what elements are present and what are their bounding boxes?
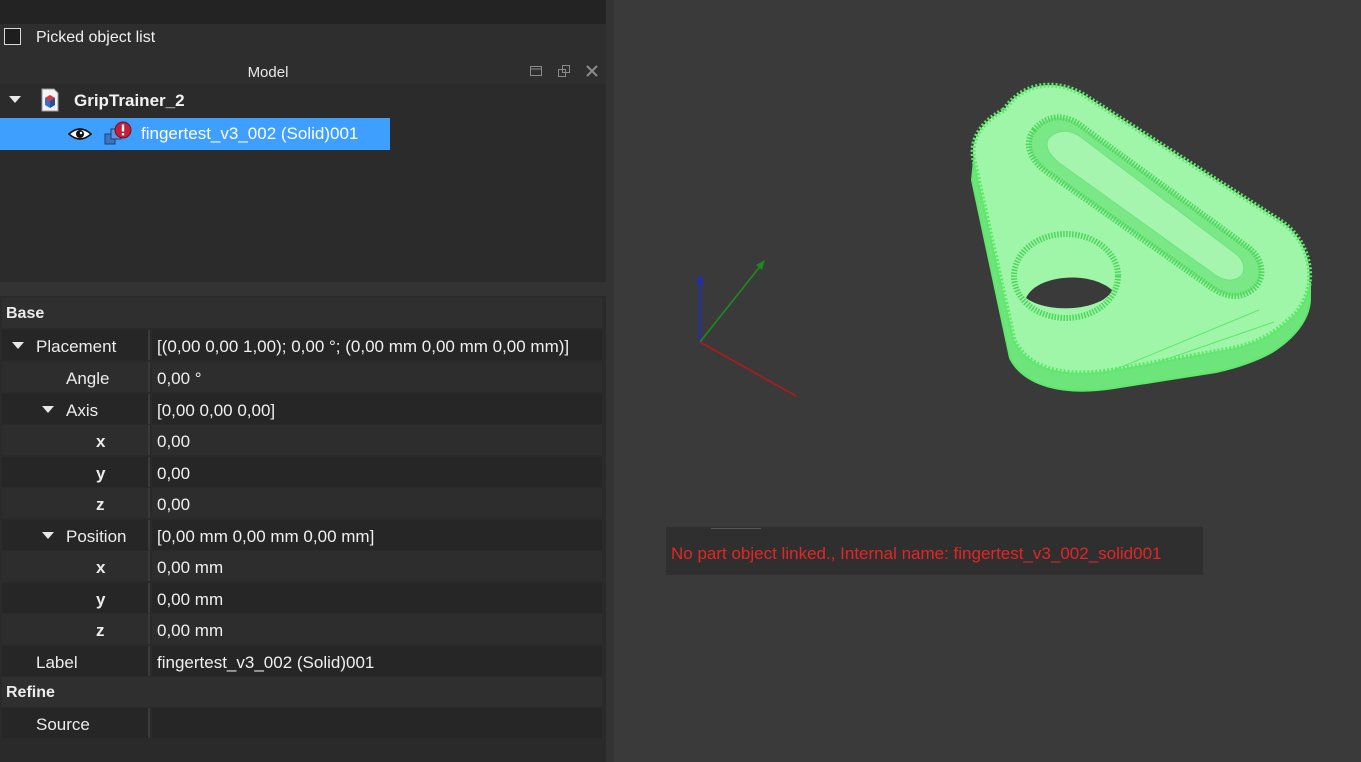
property-name: Angle <box>66 369 110 388</box>
property-name-cell: Source <box>2 708 150 738</box>
property-name-cell: Placement <box>2 330 150 360</box>
property-value-cell[interactable]: 0,00 <box>152 425 602 455</box>
property-group-label: Refine <box>6 684 55 701</box>
property-value: 0,00 mm <box>157 590 224 609</box>
property-name: y <box>96 590 106 609</box>
property-group-label: Base <box>6 305 45 322</box>
property-name: Axis <box>66 401 99 420</box>
property-value-cell[interactable]: 0,00 mm <box>152 583 602 613</box>
picked-object-list-row: Picked object list <box>0 24 606 60</box>
property-row-label[interactable]: Label fingertest_v3_002 (Solid)001 <box>2 646 602 676</box>
property-name-cell: y <box>2 583 150 613</box>
property-value: 0,00 mm <box>157 558 224 577</box>
property-name: Position <box>66 527 127 546</box>
property-value: 0,00 <box>157 495 191 514</box>
property-row-axis-x[interactable]: x 0,00 <box>2 425 602 455</box>
property-name-cell: x <box>2 551 150 581</box>
status-message-box: No part object linked., Internal name: f… <box>666 527 1203 575</box>
property-value-cell[interactable]: [0,00 0,00 0,00] <box>152 394 602 424</box>
property-name-cell: z <box>2 614 150 644</box>
property-value: 0,00 ° <box>157 369 202 388</box>
solid-model[interactable] <box>954 70 1334 400</box>
model-tree: GripTrainer_2 fingertest_v3_002 (Solid)0… <box>0 84 606 282</box>
property-value-cell[interactable]: fingertest_v3_002 (Solid)001 <box>152 646 602 676</box>
document-icon <box>41 88 59 112</box>
property-value: fingertest_v3_002 (Solid)001 <box>157 653 375 672</box>
property-row-axis-y[interactable]: y 0,00 <box>2 457 602 487</box>
property-row-angle[interactable]: Angle 0,00 ° <box>2 362 602 392</box>
3d-viewport[interactable]: No part object linked., Internal name: f… <box>606 0 1361 762</box>
minimize-panel-icon[interactable] <box>528 64 544 80</box>
property-name: Placement <box>36 337 117 356</box>
property-value: [0,00 0,00 0,00] <box>157 401 276 420</box>
feature-error-icon <box>104 121 132 145</box>
error-message: No part object linked., Internal name: f… <box>671 544 1162 563</box>
property-value-cell[interactable]: 0,00 mm <box>152 614 602 644</box>
message-tab <box>711 525 761 529</box>
property-name-cell: x <box>2 425 150 455</box>
expand-caret-icon[interactable] <box>42 532 54 539</box>
property-value: [0,00 mm 0,00 mm 0,00 mm] <box>157 527 375 546</box>
property-row-position-z[interactable]: z 0,00 mm <box>2 614 602 644</box>
top-strip <box>0 0 606 24</box>
property-value: 0,00 <box>157 432 191 451</box>
property-value-cell[interactable]: [(0,00 0,00 1,00); 0,00 °; (0,00 mm 0,00… <box>152 330 602 360</box>
property-name-cell: y <box>2 457 150 487</box>
property-row-source[interactable]: Source <box>2 708 602 738</box>
property-name-cell: Axis <box>2 394 150 424</box>
property-name: x <box>96 558 106 577</box>
property-value: 0,00 <box>157 464 191 483</box>
document-label: GripTrainer_2 <box>74 91 185 110</box>
panel-splitter[interactable] <box>0 282 606 296</box>
picked-object-list-checkbox[interactable] <box>4 28 21 45</box>
picked-object-list-label: Picked object list <box>36 29 156 46</box>
property-name-cell: Position <box>2 520 150 550</box>
property-row-position-y[interactable]: y 0,00 mm <box>2 583 602 613</box>
property-value-cell[interactable]: 0,00 <box>152 457 602 487</box>
close-panel-icon[interactable] <box>584 64 600 80</box>
property-group-refine[interactable]: Refine <box>2 677 602 707</box>
property-name: z <box>96 495 105 514</box>
expand-caret-icon[interactable] <box>9 96 21 103</box>
visibility-eye-icon[interactable] <box>68 126 92 142</box>
property-name: Source <box>36 715 90 734</box>
expand-caret-icon[interactable] <box>12 342 24 349</box>
property-name-cell: Label <box>2 646 150 676</box>
tree-item-solid[interactable]: fingertest_v3_002 (Solid)001 <box>0 118 390 150</box>
expand-caret-icon[interactable] <box>42 406 54 413</box>
model-panel-title: Model <box>247 64 289 81</box>
property-grid-footer <box>0 739 606 762</box>
property-name: Label <box>36 653 78 672</box>
tree-item-document[interactable]: GripTrainer_2 <box>0 84 606 116</box>
solid-label: fingertest_v3_002 (Solid)001 <box>141 124 359 143</box>
property-name: x <box>96 432 106 451</box>
property-value-cell[interactable]: 0,00 <box>152 488 602 518</box>
property-group-base[interactable]: Base <box>2 298 602 328</box>
property-value-cell[interactable]: [0,00 mm 0,00 mm 0,00 mm] <box>152 520 602 550</box>
property-grid: Base Placement [(0,00 0,00 1,00); 0,00 °… <box>0 296 604 739</box>
left-panel: Picked object list Model GripTrainer_2 f… <box>0 0 606 762</box>
property-value-cell[interactable] <box>152 708 602 738</box>
property-name-cell: z <box>2 488 150 518</box>
model-panel-title-bar: Model <box>0 60 606 84</box>
property-value: 0,00 mm <box>157 621 224 640</box>
axis-cross-icon <box>696 260 797 397</box>
property-name: y <box>96 464 106 483</box>
property-name: z <box>96 621 105 640</box>
float-panel-icon[interactable] <box>556 64 572 80</box>
property-row-axis[interactable]: Axis [0,00 0,00 0,00] <box>2 394 602 424</box>
property-row-position[interactable]: Position [0,00 mm 0,00 mm 0,00 mm] <box>2 520 602 550</box>
property-value: [(0,00 0,00 1,00); 0,00 °; (0,00 mm 0,00… <box>157 337 570 356</box>
property-value-cell[interactable]: 0,00 ° <box>152 362 602 392</box>
property-row-position-x[interactable]: x 0,00 mm <box>2 551 602 581</box>
property-row-placement[interactable]: Placement [(0,00 0,00 1,00); 0,00 °; (0,… <box>2 330 602 360</box>
property-row-axis-z[interactable]: z 0,00 <box>2 488 602 518</box>
property-value-cell[interactable]: 0,00 mm <box>152 551 602 581</box>
property-name-cell: Angle <box>2 362 150 392</box>
viewport-edge <box>606 0 614 762</box>
